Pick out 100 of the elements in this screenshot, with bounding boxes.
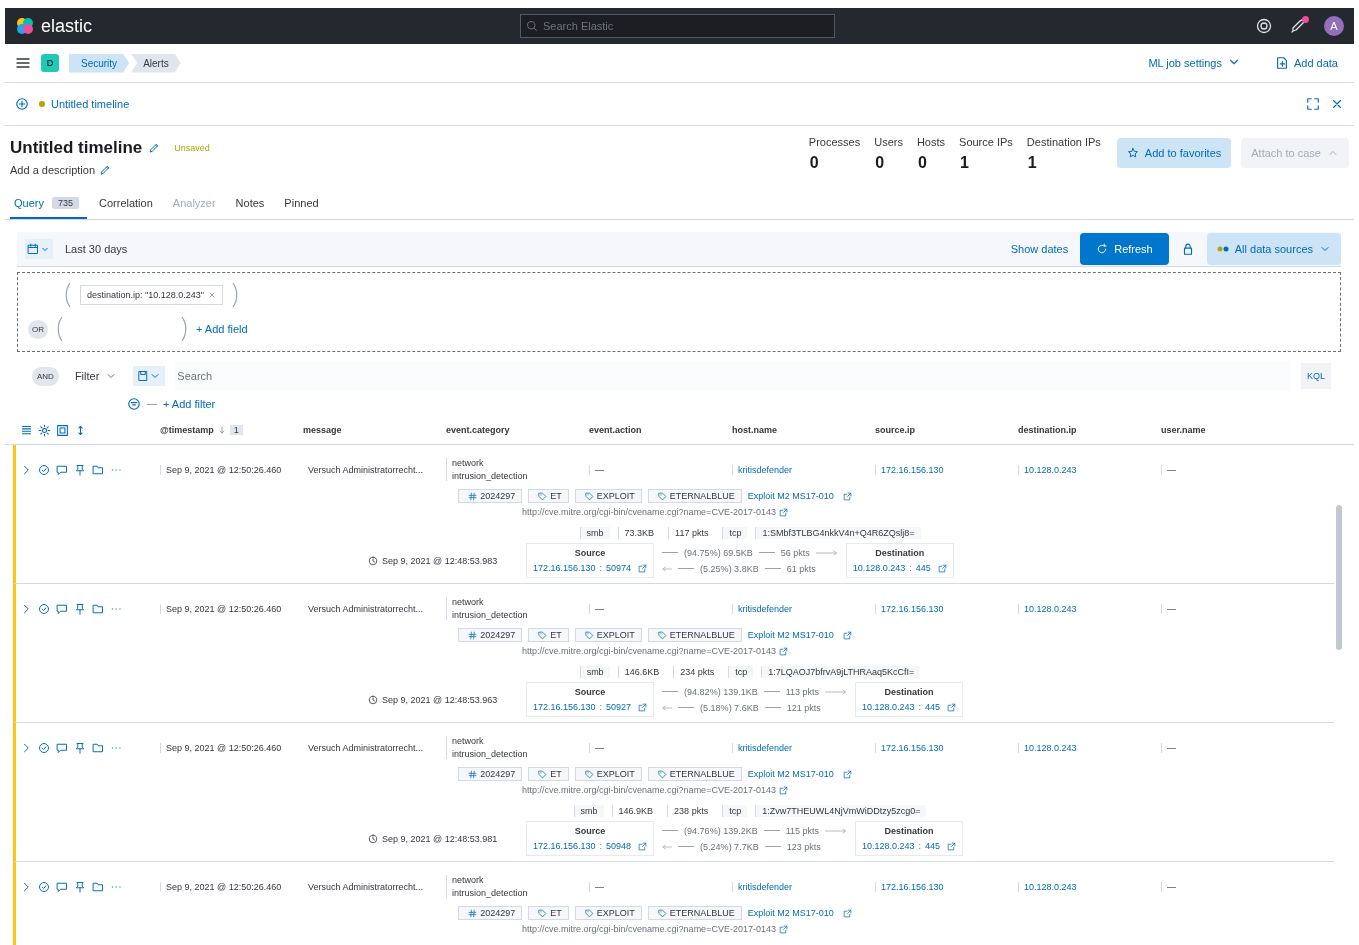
column-header[interactable]: message (303, 425, 446, 435)
ip-link[interactable]: 172.16.156.130 (875, 603, 1018, 614)
port-link[interactable]: 50948 (606, 841, 632, 851)
host-link[interactable]: kritisdefender (732, 603, 875, 614)
external-link-icon[interactable] (778, 924, 788, 934)
ip-link[interactable]: 10.128.0.243 (862, 702, 915, 712)
pin-icon[interactable] (74, 602, 86, 615)
external-link-icon[interactable] (778, 646, 788, 656)
column-header[interactable]: source.ip (875, 425, 1018, 435)
host-link[interactable]: kritisdefender (732, 742, 875, 753)
rule-link[interactable]: Exploit M2 MS17-010 (747, 908, 834, 918)
column-header[interactable]: destination.ip (1018, 425, 1161, 435)
add-to-favorites-button[interactable]: Add to favorites (1116, 138, 1232, 168)
column-header[interactable]: host.name (732, 425, 875, 435)
column-header[interactable]: event.category (446, 425, 589, 435)
ip-link[interactable]: 10.128.0.243 (1018, 603, 1161, 614)
search-field[interactable]: Search (175, 361, 1291, 391)
breadcrumb[interactable]: Alerts (131, 53, 181, 73)
scrollbar-thumb[interactable] (1336, 505, 1342, 650)
column-header[interactable]: event.action (589, 425, 732, 435)
reference-link[interactable]: http://cve.mitre.org/cgi-bin/cvename.cgi?name=CVE-2017-0143 (522, 924, 776, 934)
calendar-icon[interactable] (27, 243, 39, 255)
external-link-icon[interactable] (638, 702, 648, 712)
external-link-icon[interactable] (638, 841, 648, 851)
port-link[interactable]: 445 (925, 702, 941, 712)
ip-link[interactable]: 172.16.156.130 (875, 464, 1018, 475)
ip-link[interactable]: 10.128.0.243 (852, 563, 906, 573)
external-link-icon[interactable] (842, 908, 852, 918)
ip-link[interactable]: 10.128.0.243 (1018, 742, 1161, 753)
tab[interactable]: Pinned (276, 190, 327, 219)
ml-job-settings-button[interactable]: ML job settings (1142, 54, 1247, 72)
date-picker[interactable]: Last 30 days Show dates Refresh All data sources (17, 232, 1341, 267)
refresh-button[interactable]: Refresh (1080, 233, 1169, 265)
ip-link[interactable]: 10.128.0.243 (1018, 464, 1161, 475)
port-link[interactable]: 445 (925, 841, 941, 851)
close-icon[interactable] (208, 291, 216, 299)
menu-icon[interactable] (15, 55, 31, 71)
data-sources-button[interactable]: All data sources (1206, 233, 1341, 265)
ip-link[interactable]: 172.16.156.130 (533, 563, 596, 573)
checkbox-icon[interactable] (38, 880, 50, 893)
ip-link[interactable]: 172.16.156.130 (533, 841, 596, 851)
tab[interactable]: Correlation (91, 190, 161, 219)
reference-link[interactable]: http://cve.mitre.org/cgi-bin/cvename.cgi?name=CVE-2017-0143 (522, 507, 776, 517)
filter-icon[interactable] (127, 397, 141, 411)
rule-link[interactable]: Exploit M2 MS17-010 (747, 491, 834, 501)
space-avatar[interactable]: D (41, 54, 59, 72)
ip-link[interactable]: 10.128.0.243 (1018, 881, 1161, 892)
port-link[interactable]: 445 (915, 563, 931, 573)
external-link-icon[interactable] (947, 841, 957, 851)
pencil-icon[interactable] (148, 142, 161, 154)
comment-icon[interactable] (56, 602, 68, 615)
ip-link[interactable]: 10.128.0.243 (862, 841, 915, 851)
ip-link[interactable]: 172.16.156.130 (875, 881, 1018, 892)
external-link-icon[interactable] (842, 491, 852, 501)
kql-button[interactable]: KQL (1301, 363, 1331, 389)
ip-link[interactable]: 172.16.156.130 (875, 742, 1018, 753)
pin-icon[interactable] (74, 741, 86, 754)
pin-icon[interactable] (74, 463, 86, 476)
checkbox-icon[interactable] (38, 741, 50, 754)
search-field[interactable]: Search Elastic (520, 14, 835, 38)
add-field-link[interactable]: + Add field (196, 323, 248, 335)
external-link-icon[interactable] (947, 702, 957, 712)
breadcrumb[interactable]: Security (69, 53, 130, 73)
host-link[interactable]: kritisdefender (732, 881, 875, 892)
external-link-icon[interactable] (842, 769, 852, 779)
tab[interactable]: Notes (227, 190, 273, 219)
external-link-icon[interactable] (778, 507, 788, 517)
reference-link[interactable]: http://cve.mitre.org/cgi-bin/cvename.cgi?name=CVE-2017-0143 (522, 646, 776, 656)
checkbox-icon[interactable] (38, 602, 50, 615)
pencil-icon[interactable] (99, 164, 111, 176)
comment-icon[interactable] (56, 463, 68, 476)
external-link-icon[interactable] (778, 785, 788, 795)
port-link[interactable]: 50974 (606, 563, 632, 573)
description-link[interactable]: Add a description (10, 164, 95, 176)
checkbox-icon[interactable] (38, 463, 50, 476)
show-dates-link[interactable]: Show dates (1010, 243, 1069, 255)
close-icon[interactable] (1330, 97, 1344, 111)
saved-query-icon[interactable] (137, 370, 150, 382)
column-header[interactable]: @timestamp 1 (160, 425, 303, 435)
add-filter-link[interactable]: + Add filter (163, 398, 216, 410)
rule-link[interactable]: Exploit M2 MS17-010 (747, 630, 834, 640)
rule-link[interactable]: Exploit M2 MS17-010 (747, 769, 834, 779)
external-link-icon[interactable] (842, 630, 852, 640)
reference-link[interactable]: http://cve.mitre.org/cgi-bin/cvename.cgi?name=CVE-2017-0143 (522, 785, 776, 795)
fields-icon[interactable] (20, 423, 33, 437)
comment-icon[interactable] (56, 880, 68, 893)
query-chip[interactable]: destination.ip: "10.128.0.243" (80, 285, 223, 305)
external-link-icon[interactable] (937, 563, 947, 573)
port-link[interactable]: 50927 (606, 702, 632, 712)
ip-link[interactable]: 172.16.156.130 (533, 702, 596, 712)
external-link-icon[interactable] (638, 563, 648, 573)
add-data-button[interactable]: Add data (1268, 55, 1344, 71)
timeline-link[interactable]: Untitled timeline (51, 98, 130, 110)
comment-icon[interactable] (56, 741, 68, 754)
tab[interactable]: Query 735 (10, 190, 87, 219)
host-link[interactable]: kritisdefender (732, 464, 875, 475)
date-range[interactable]: Last 30 days (65, 243, 128, 255)
column-header[interactable]: user.name (1161, 425, 1354, 435)
pin-icon[interactable] (74, 880, 86, 893)
filter-button[interactable]: Filter (68, 369, 124, 383)
